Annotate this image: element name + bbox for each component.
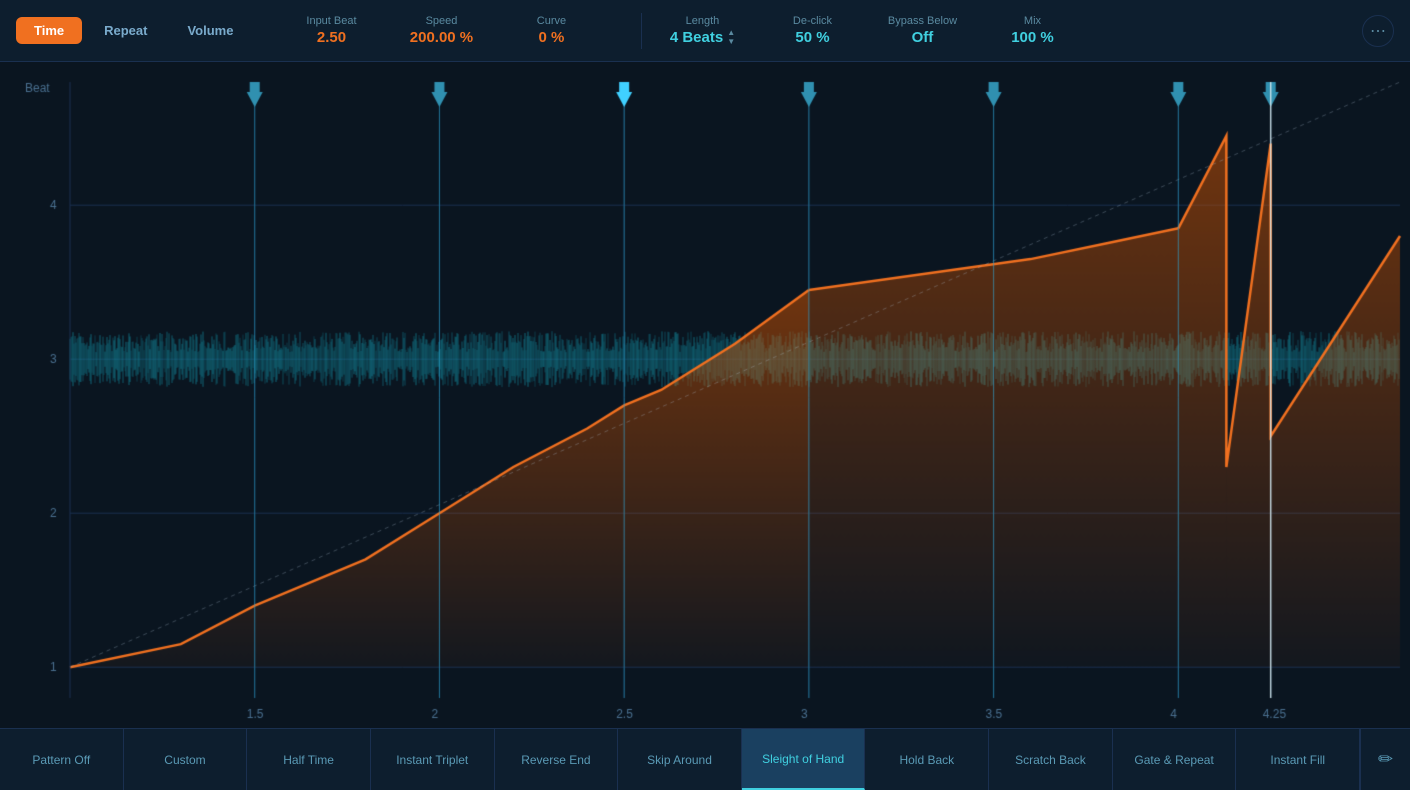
preset-reverse-end[interactable]: Reverse End — [495, 729, 619, 790]
tab-time[interactable]: Time — [16, 17, 82, 44]
param-label-bypass: Bypass Below — [888, 15, 957, 27]
param-value-input-beat[interactable]: 2.50 — [317, 29, 346, 46]
param-value-speed[interactable]: 200.00 % — [410, 29, 473, 46]
param-curve: Curve 0 % — [511, 15, 591, 46]
param-mix: Mix 100 % — [992, 15, 1072, 46]
param-label-length: Length — [686, 15, 720, 27]
param-input-beat: Input Beat 2.50 — [291, 15, 371, 46]
main-canvas — [0, 62, 1410, 728]
param-value-bypass[interactable]: Off — [912, 29, 934, 46]
preset-pattern-off[interactable]: Pattern Off — [0, 729, 124, 790]
tab-group: Time Repeat Volume — [16, 17, 251, 44]
param-value-declick[interactable]: 50 % — [795, 29, 829, 46]
length-stepper[interactable]: ▲ ▼ — [727, 29, 735, 46]
preset-half-time[interactable]: Half Time — [247, 729, 371, 790]
preset-hold-back[interactable]: Hold Back — [865, 729, 989, 790]
edit-button[interactable]: ✏ — [1360, 729, 1410, 790]
preset-custom[interactable]: Custom — [124, 729, 248, 790]
preset-sleight-of-hand[interactable]: Sleight of Hand — [742, 729, 866, 790]
preset-scratch-back[interactable]: Scratch Back — [989, 729, 1113, 790]
param-label-input-beat: Input Beat — [306, 15, 356, 27]
param-bypass: Bypass Below Off — [882, 15, 962, 46]
separator-1 — [641, 13, 642, 49]
tab-volume[interactable]: Volume — [169, 17, 251, 44]
param-value-curve[interactable]: 0 % — [539, 29, 565, 46]
param-declick: De-click 50 % — [772, 15, 852, 46]
wave-canvas[interactable] — [0, 62, 1410, 728]
param-label-mix: Mix — [1024, 15, 1041, 27]
stepper-up-icon[interactable]: ▲ — [727, 29, 735, 37]
param-value-mix[interactable]: 100 % — [1011, 29, 1054, 46]
preset-instant-triplet[interactable]: Instant Triplet — [371, 729, 495, 790]
preset-skip-around[interactable]: Skip Around — [618, 729, 742, 790]
param-value-length[interactable]: 4 Beats — [670, 29, 723, 46]
more-button[interactable]: ⋯ — [1362, 15, 1394, 47]
param-length: Length 4 Beats ▲ ▼ — [662, 15, 742, 46]
param-value-length-group: 4 Beats ▲ ▼ — [670, 29, 735, 46]
tab-repeat[interactable]: Repeat — [86, 17, 165, 44]
bottom-bar: Pattern Off Custom Half Time Instant Tri… — [0, 728, 1410, 790]
stepper-down-icon[interactable]: ▼ — [727, 38, 735, 46]
preset-gate-repeat[interactable]: Gate & Repeat — [1113, 729, 1237, 790]
top-bar: Time Repeat Volume Input Beat 2.50 Speed… — [0, 0, 1410, 62]
param-label-curve: Curve — [537, 15, 566, 27]
param-label-speed: Speed — [426, 15, 458, 27]
param-label-declick: De-click — [793, 15, 832, 27]
param-speed: Speed 200.00 % — [401, 15, 481, 46]
preset-instant-fill[interactable]: Instant Fill — [1236, 729, 1360, 790]
